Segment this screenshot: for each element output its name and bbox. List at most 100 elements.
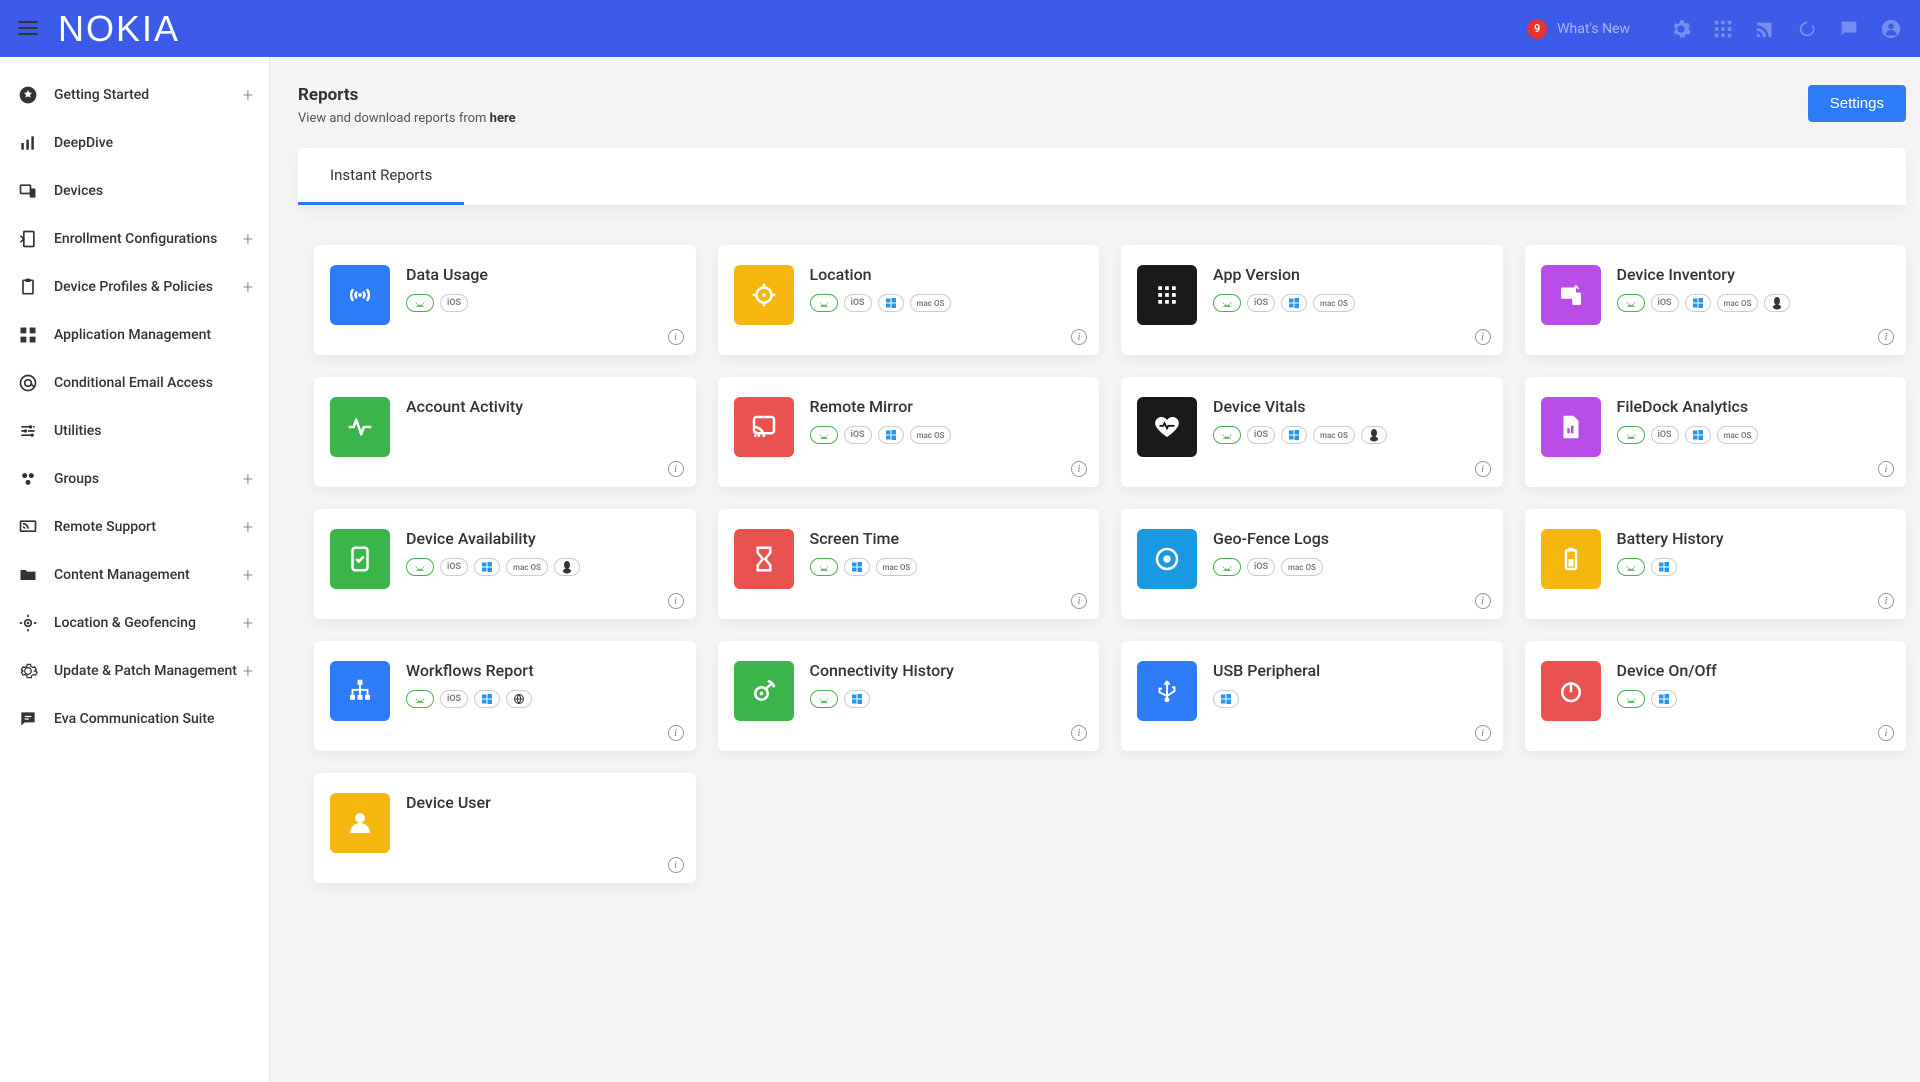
report-card-connectivity-history[interactable]: Connectivity Historyi	[718, 641, 1100, 751]
nav-icon	[18, 613, 38, 633]
platform-linux-icon	[1361, 426, 1387, 444]
platform-windows-icon	[1281, 294, 1307, 312]
refresh-icon[interactable]	[1796, 18, 1818, 40]
info-icon[interactable]: i	[1071, 725, 1087, 741]
report-card-filedock-analytics[interactable]: FileDock Analytics iOSmac OS i	[1525, 377, 1907, 487]
sidebar-item-getting-started[interactable]: Getting Started+	[0, 71, 269, 119]
report-card-device-user[interactable]: Device User i	[314, 773, 696, 883]
sidebar-item-enrollment-configurations[interactable]: Enrollment Configurations+	[0, 215, 269, 263]
report-card-workflows-report[interactable]: Workflows ReportiOSi	[314, 641, 696, 751]
nav-label: Utilities	[54, 423, 101, 439]
cast-icon[interactable]	[1754, 18, 1776, 40]
report-card-usb-peripheral[interactable]: USB Peripherali	[1121, 641, 1503, 751]
activity-icon	[330, 397, 390, 457]
whats-new-link[interactable]: 9 What's New	[1527, 19, 1630, 39]
info-icon[interactable]: i	[668, 329, 684, 345]
apps-grid-icon[interactable]	[1712, 18, 1734, 40]
info-icon[interactable]: i	[1475, 593, 1491, 609]
sidebar-item-deepdive[interactable]: DeepDive	[0, 119, 269, 167]
nav-label: Content Management	[54, 567, 190, 583]
info-icon[interactable]: i	[668, 857, 684, 873]
info-icon[interactable]: i	[668, 593, 684, 609]
info-icon[interactable]: i	[1878, 329, 1894, 345]
sidebar-item-conditional-email-access[interactable]: Conditional Email Access	[0, 359, 269, 407]
platform-android-icon	[1617, 558, 1645, 576]
sidebar-item-location-geofencing[interactable]: Location & Geofencing+	[0, 599, 269, 647]
platform-windows-icon	[1651, 690, 1677, 708]
platform-list: iOSmac OS	[1213, 294, 1487, 312]
sidebar-item-application-management[interactable]: Application Management	[0, 311, 269, 359]
sidebar-item-devices[interactable]: Devices	[0, 167, 269, 215]
platform-android-icon	[1213, 558, 1241, 576]
chat-icon[interactable]	[1838, 18, 1860, 40]
info-icon[interactable]: i	[1071, 329, 1087, 345]
notification-badge: 9	[1527, 19, 1547, 39]
sidebar-item-eva-communication-suite[interactable]: Eva Communication Suite	[0, 695, 269, 743]
platform-ios-icon: iOS	[844, 294, 872, 312]
expand-icon: +	[243, 229, 253, 250]
platform-windows-icon	[1213, 690, 1239, 708]
satellite-icon	[734, 661, 794, 721]
info-icon[interactable]: i	[1878, 725, 1894, 741]
info-icon[interactable]: i	[1071, 593, 1087, 609]
report-title: FileDock Analytics	[1617, 397, 1891, 416]
report-title: Device Vitals	[1213, 397, 1487, 416]
platform-list	[1617, 690, 1891, 708]
info-icon[interactable]: i	[1475, 725, 1491, 741]
platform-android-icon	[810, 426, 838, 444]
platform-list: iOSmac OS	[406, 558, 680, 576]
info-icon[interactable]: i	[1475, 329, 1491, 345]
platform-ios-icon: iOS	[1247, 558, 1275, 576]
report-card-device-availability[interactable]: Device AvailabilityiOSmac OSi	[314, 509, 696, 619]
platform-ios-icon: iOS	[1247, 426, 1275, 444]
report-card-geo-fence-logs[interactable]: Geo-Fence LogsiOSmac OSi	[1121, 509, 1503, 619]
info-icon[interactable]: i	[668, 725, 684, 741]
platform-list: iOSmac OS	[1617, 426, 1891, 444]
report-card-location[interactable]: LocationiOSmac OSi	[718, 245, 1100, 355]
platform-list: iOSmac OS	[1213, 558, 1487, 576]
report-card-device-on-off[interactable]: Device On/Offi	[1525, 641, 1907, 751]
tab-instant-reports[interactable]: Instant Reports	[298, 148, 464, 205]
brand-logo: NOKIA	[58, 8, 180, 50]
report-card-device-vitals[interactable]: Device VitalsiOSmac OSi	[1121, 377, 1503, 487]
nav-icon	[18, 85, 38, 105]
info-icon[interactable]: i	[1878, 593, 1894, 609]
platform-list	[810, 690, 1084, 708]
sidebar-item-content-management[interactable]: Content Management+	[0, 551, 269, 599]
report-card-screen-time[interactable]: Screen Timemac OSi	[718, 509, 1100, 619]
heart-icon	[1137, 397, 1197, 457]
platform-list	[1617, 558, 1891, 576]
broadcast-icon	[330, 265, 390, 325]
report-card-data-usage[interactable]: Data UsageiOSi	[314, 245, 696, 355]
info-icon[interactable]: i	[668, 461, 684, 477]
user-icon	[330, 793, 390, 853]
sidebar-item-groups[interactable]: Groups+	[0, 455, 269, 503]
here-link[interactable]: here	[490, 111, 516, 126]
platform-web-icon	[506, 690, 532, 708]
report-card-remote-mirror[interactable]: Remote MirroriOSmac OSi	[718, 377, 1100, 487]
sidebar-item-utilities[interactable]: Utilities	[0, 407, 269, 455]
info-icon[interactable]: i	[1878, 461, 1894, 477]
info-icon[interactable]: i	[1475, 461, 1491, 477]
sidebar-item-remote-support[interactable]: Remote Support+	[0, 503, 269, 551]
sidebar-item-device-profiles-policies[interactable]: Device Profiles & Policies+	[0, 263, 269, 311]
report-card-account-activity[interactable]: Account Activityi	[314, 377, 696, 487]
tabs-bar: Instant Reports	[298, 148, 1906, 205]
platform-windows-icon	[474, 690, 500, 708]
report-card-device-inventory[interactable]: Device InventoryiOSmac OSi	[1525, 245, 1907, 355]
report-title: Device User	[406, 793, 680, 812]
info-icon[interactable]: i	[1071, 461, 1087, 477]
gear-icon[interactable]	[1670, 18, 1692, 40]
report-card-app-version[interactable]: App VersioniOSmac OSi	[1121, 245, 1503, 355]
hamburger-menu-icon[interactable]	[18, 17, 42, 41]
platform-android-icon	[810, 690, 838, 708]
top-header: NOKIA 9 What's New	[0, 0, 1920, 57]
platform-ios-icon: iOS	[1247, 294, 1275, 312]
settings-button[interactable]: Settings	[1808, 85, 1906, 122]
nav-icon	[18, 133, 38, 153]
report-card-battery-history[interactable]: Battery Historyi	[1525, 509, 1907, 619]
account-icon[interactable]	[1880, 18, 1902, 40]
battery-icon	[1541, 529, 1601, 589]
platform-windows-icon	[878, 294, 904, 312]
sidebar-item-update-patch-management[interactable]: Update & Patch Management+	[0, 647, 269, 695]
